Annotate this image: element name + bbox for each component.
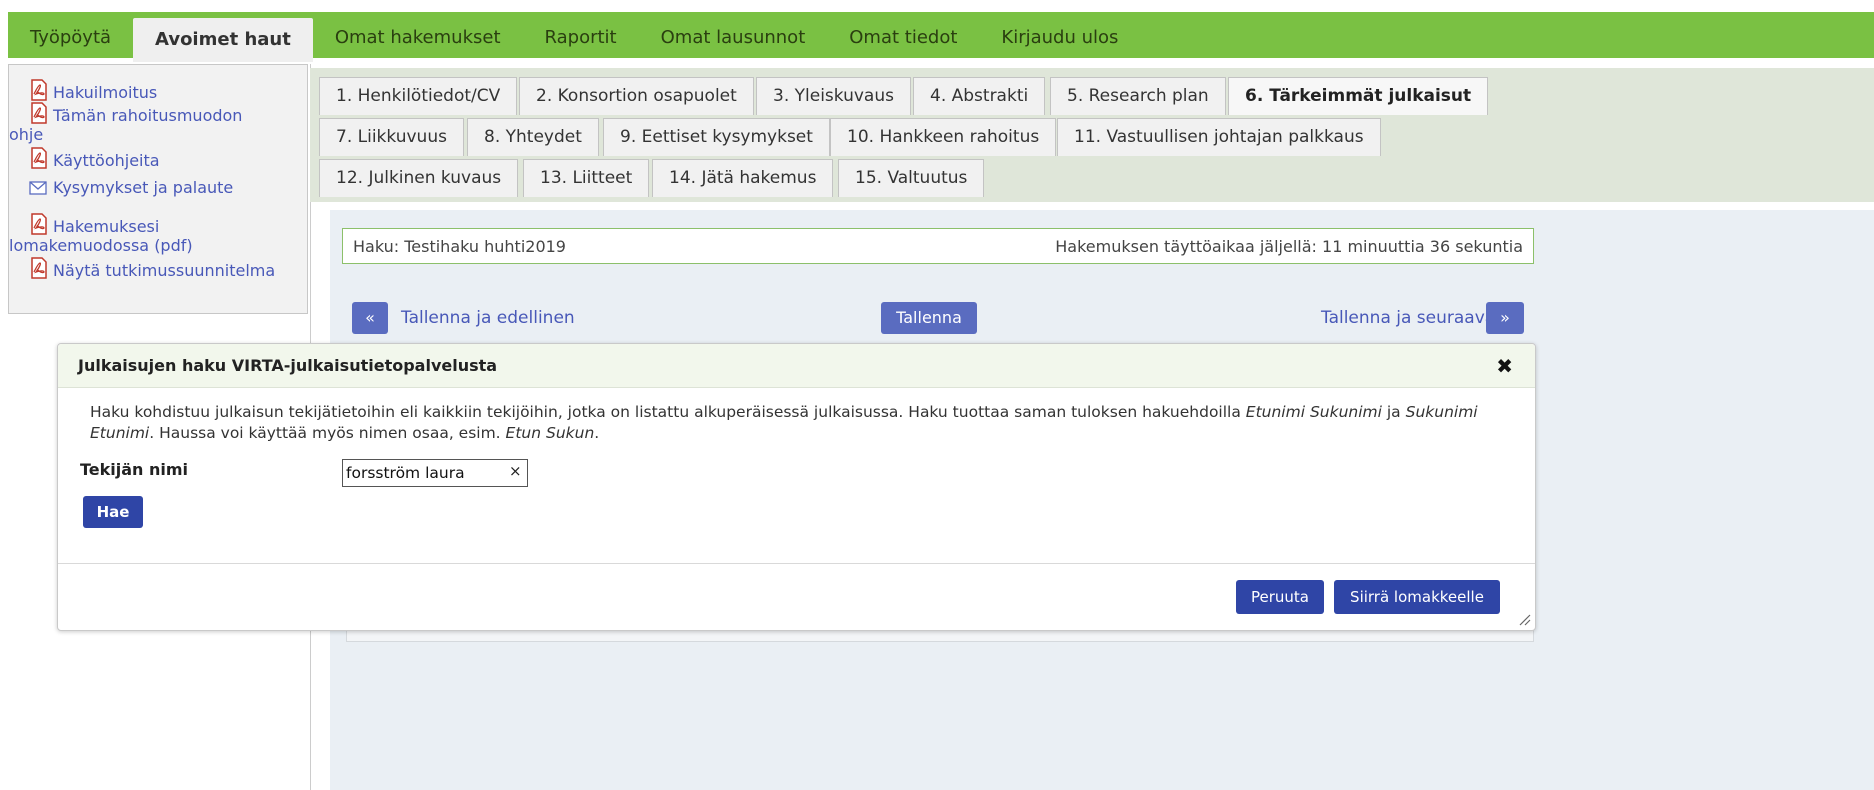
desc-text: Haku kohdistuu julkaisun tekijätietoihin… [90,403,1246,421]
sidebar-link-tutkimussuunnitelma[interactable]: Näytä tutkimussuunnitelma [29,257,307,280]
desc-text: ja [1381,403,1406,421]
nav-item-avoimet-haut[interactable]: Avoimet haut [133,18,313,62]
virta-search-dialog: Julkaisujen haku VIRTA-julkaisutietopalv… [57,343,1536,631]
sidebar-link-hakemus-pdf[interactable]: Hakemuksesi lomakemuodossa (pdf) [9,213,269,255]
tab-yleiskuvaus[interactable]: 3. Yleiskuvaus [756,77,911,115]
pdf-icon [31,102,47,124]
sidebar-link-kayttoohjeita[interactable]: Käyttöohjeita [29,147,307,170]
sidebar: Hakuilmoitus Tämän rahoitusmuodon ohje K… [8,64,308,314]
mail-icon [29,181,47,195]
sidebar-link-hakuilmoitus[interactable]: Hakuilmoitus [29,79,307,102]
dialog-divider [58,563,1535,564]
call-name: Haku: Testihaku huhti2019 [353,236,566,256]
search-button[interactable]: Hae [83,496,143,528]
sidebar-link-label: Näytä tutkimussuunnitelma [53,261,276,280]
close-icon[interactable]: ✖ [1496,354,1513,378]
sidebar-link-label: Hakuilmoitus [53,83,158,102]
time-remaining: Hakemuksen täyttöaikaa jäljellä: 11 minu… [1055,236,1523,256]
desc-text: . Haussa voi käyttää myös nimen osaa, es… [149,424,506,442]
tab-research-plan[interactable]: 5. Research plan [1050,77,1226,115]
clear-input-icon[interactable]: × [509,462,522,480]
save-navigation: « Tallenna ja edellinen Tallenna Tallenn… [352,302,1526,336]
dialog-header: Julkaisujen haku VIRTA-julkaisutietopalv… [58,344,1535,388]
tab-yhteydet[interactable]: 8. Yhteydet [467,118,599,156]
author-name-input[interactable] [342,459,528,487]
cancel-button[interactable]: Peruuta [1236,580,1324,614]
nav-item-omat-hakemukset[interactable]: Omat hakemukset [313,18,523,58]
pdf-icon [31,257,47,279]
tab-hankkeen-rahoitus[interactable]: 10. Hankkeen rahoitus [830,118,1057,156]
author-name-label: Tekijän nimi [80,460,189,479]
top-navigation: Työpöytä Avoimet haut Omat hakemukset Ra… [8,12,1874,62]
tab-eettiset-kysymykset[interactable]: 9. Eettiset kysymykset [603,118,830,156]
dialog-title: Julkaisujen haku VIRTA-julkaisutietopalv… [78,356,498,375]
nav-item-tyopoyta[interactable]: Työpöytä [8,18,133,58]
call-info-bar: Haku: Testihaku huhti2019 Hakemuksen täy… [342,228,1534,264]
sidebar-link-label: Käyttöohjeita [53,151,160,170]
tab-konsortion-osapuolet[interactable]: 2. Konsortion osapuolet [519,77,754,115]
desc-text: . [594,424,600,442]
transfer-to-form-button[interactable]: Siirrä lomakkeelle [1334,580,1500,614]
tab-liikkuvuus[interactable]: 7. Liikkuvuus [319,118,464,156]
save-and-next-link[interactable]: Tallenna ja seuraava [1321,308,1495,328]
pdf-icon [31,79,47,101]
sidebar-link-kysymykset[interactable]: Kysymykset ja palaute [29,178,307,197]
nav-item-kirjaudu-ulos[interactable]: Kirjaudu ulos [979,18,1140,58]
sidebar-link-label: Hakemuksesi [53,217,160,236]
desc-example: Etunimi Sukunimi [1245,403,1382,421]
tab-jata-hakemus[interactable]: 14. Jätä hakemus [652,159,834,197]
desc-example: Etun Sukun [505,424,595,442]
nav-item-raportit[interactable]: Raportit [523,18,639,58]
nav-item-omat-tiedot[interactable]: Omat tiedot [827,18,979,58]
tab-vastuullisen-johtajan-palkkaus[interactable]: 11. Vastuullisen johtajan palkkaus [1057,118,1381,156]
tab-valtuutus[interactable]: 15. Valtuutus [838,159,985,197]
dialog-description: Haku kohdistuu julkaisun tekijätietoihin… [90,402,1510,444]
save-and-previous-link[interactable]: Tallenna ja edellinen [401,308,575,328]
tab-tarkeimmat-julkaisut[interactable]: 6. Tärkeimmät julkaisut [1228,77,1489,115]
resize-handle-icon[interactable] [1517,612,1531,626]
previous-arrow-button[interactable]: « [352,302,388,334]
sidebar-link-label-cont: ohje [9,125,44,144]
pdf-icon [31,147,47,169]
sidebar-link-label-cont: lomakemuodossa (pdf) [9,236,193,255]
nav-item-omat-lausunnot[interactable]: Omat lausunnot [639,18,828,58]
tab-julkinen-kuvaus[interactable]: 12. Julkinen kuvaus [319,159,519,197]
tab-liitteet[interactable]: 13. Liitteet [523,159,650,197]
tab-abstrakti[interactable]: 4. Abstrakti [913,77,1046,115]
tab-henkilotiedot[interactable]: 1. Henkilötiedot/CV [319,77,518,115]
sidebar-link-label: Tämän rahoitusmuodon [53,106,243,125]
sidebar-link-rahoitusmuodon-ohje[interactable]: Tämän rahoitusmuodon ohje [9,102,249,144]
pdf-icon [31,213,47,235]
next-arrow-button[interactable]: » [1486,302,1524,334]
sidebar-link-label: Kysymykset ja palaute [53,178,234,197]
save-button[interactable]: Tallenna [881,302,977,334]
